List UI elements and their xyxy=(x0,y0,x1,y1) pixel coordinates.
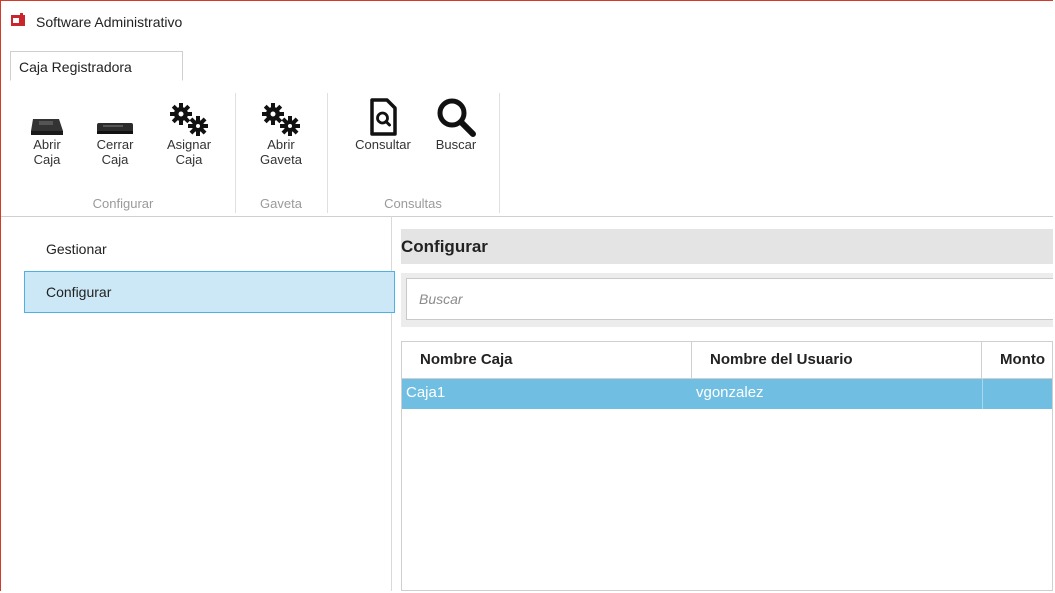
group-separator xyxy=(327,93,328,213)
abrir-caja-label-line1: Abrir xyxy=(33,137,61,152)
cerrar-caja-label-line1: Cerrar xyxy=(96,137,134,152)
app-window: Software Administrativo Caja Registrador… xyxy=(0,0,1053,591)
abrir-gaveta-button[interactable]: Abrir Gaveta xyxy=(245,87,317,167)
table-cell-nombre-usuario: vgonzalez xyxy=(696,384,764,401)
tab-caja-registradora[interactable]: Caja Registradora xyxy=(10,51,183,81)
column-header-monto[interactable]: Monto xyxy=(982,342,1053,378)
table-cell-nombre-caja: Caja1 xyxy=(406,384,446,401)
group-label-gaveta: Gaveta xyxy=(260,196,302,211)
document-search-icon xyxy=(370,98,397,136)
table-cell-monto xyxy=(982,379,1053,409)
search-bar xyxy=(401,273,1053,327)
group-label-configurar: Configurar xyxy=(92,196,154,211)
abrir-caja-button[interactable]: Abrir Caja xyxy=(19,87,75,167)
data-grid: Nombre Caja Nombre del Usuario Monto Caj… xyxy=(401,341,1053,591)
abrir-gaveta-label-line2: Gaveta xyxy=(260,152,302,167)
main-content: Configurar Nombre Caja Nombre del Usuari… xyxy=(401,229,1053,591)
group-label-consultas: Consultas xyxy=(384,196,442,211)
sidebar-item-label: Gestionar xyxy=(46,241,107,257)
consultar-button[interactable]: Consultar xyxy=(341,87,425,152)
sidebar-item-gestionar[interactable]: Gestionar xyxy=(24,228,395,270)
app-logo-icon xyxy=(11,13,25,26)
table-header: Nombre Caja Nombre del Usuario Monto xyxy=(402,342,1052,379)
cash-register-icon xyxy=(97,123,133,134)
group-separator xyxy=(499,93,500,213)
sidebar: Gestionar Configurar xyxy=(10,216,395,591)
cerrar-caja-label-line2: Caja xyxy=(101,152,129,167)
cash-register-icon xyxy=(31,119,63,135)
gears-icon xyxy=(170,103,208,136)
cerrar-caja-button[interactable]: Cerrar Caja xyxy=(87,87,143,167)
column-header-nombre-caja[interactable]: Nombre Caja xyxy=(402,342,692,378)
page-title: Configurar xyxy=(401,229,1053,264)
ribbon: Abrir Caja Cerrar Caja Asignar Caja Conf… xyxy=(1,81,1053,217)
buscar-button[interactable]: Buscar xyxy=(425,87,487,152)
ribbon-tabstrip: Caja Registradora xyxy=(1,43,1053,82)
sidebar-item-label: Configurar xyxy=(46,284,112,300)
asignar-caja-label-line2: Caja xyxy=(175,152,203,167)
abrir-caja-label-line2: Caja xyxy=(33,152,61,167)
window-title: Software Administrativo xyxy=(36,14,183,30)
sidebar-item-configurar[interactable]: Configurar xyxy=(24,271,395,313)
abrir-gaveta-label-line1: Abrir xyxy=(267,137,295,152)
consultar-label: Consultar xyxy=(355,137,411,152)
title-bar: Software Administrativo xyxy=(1,1,1053,43)
search-input[interactable] xyxy=(406,278,1053,320)
asignar-caja-label-line1: Asignar xyxy=(166,137,212,152)
search-icon xyxy=(437,98,476,137)
buscar-label: Buscar xyxy=(435,137,477,152)
column-header-nombre-usuario[interactable]: Nombre del Usuario xyxy=(692,342,982,378)
group-separator xyxy=(235,93,236,213)
table-row[interactable]: Caja1 vgonzalez xyxy=(402,379,1052,409)
asignar-caja-button[interactable]: Asignar Caja xyxy=(153,87,225,167)
gears-icon xyxy=(262,103,300,136)
